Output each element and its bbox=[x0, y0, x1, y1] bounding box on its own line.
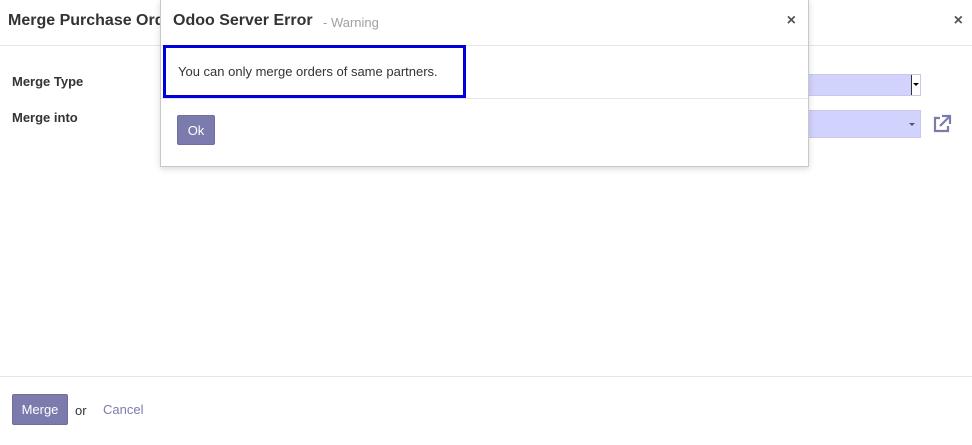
error-message-box: You can only merge orders of same partne… bbox=[163, 45, 466, 98]
external-link-icon[interactable] bbox=[931, 113, 953, 135]
dialog-title: Merge Purchase Ord bbox=[8, 12, 165, 29]
server-error-modal: Odoo Server Error - Warning × You can on… bbox=[160, 0, 809, 167]
modal-subtitle: - Warning bbox=[323, 15, 379, 30]
merge-type-label: Merge Type bbox=[12, 74, 84, 89]
or-text: or bbox=[75, 403, 87, 418]
merge-into-select[interactable] bbox=[808, 110, 921, 138]
merge-type-select[interactable] bbox=[808, 74, 921, 96]
error-message: You can only merge orders of same partne… bbox=[178, 64, 438, 79]
modal-header: Odoo Server Error - Warning × bbox=[161, 0, 808, 46]
divider bbox=[161, 98, 808, 99]
merge-button[interactable]: Merge bbox=[12, 394, 68, 425]
chevron-down-icon bbox=[911, 75, 920, 95]
merge-into-label: Merge into bbox=[12, 110, 78, 125]
dialog-footer: Merge or Cancel bbox=[0, 376, 972, 445]
caret-down-icon bbox=[909, 123, 915, 126]
cancel-link[interactable]: Cancel bbox=[103, 402, 143, 417]
ok-button[interactable]: Ok bbox=[177, 115, 215, 145]
close-icon[interactable]: × bbox=[787, 12, 796, 30]
modal-title: Odoo Server Error bbox=[173, 12, 313, 29]
close-icon[interactable]: × bbox=[954, 12, 963, 30]
